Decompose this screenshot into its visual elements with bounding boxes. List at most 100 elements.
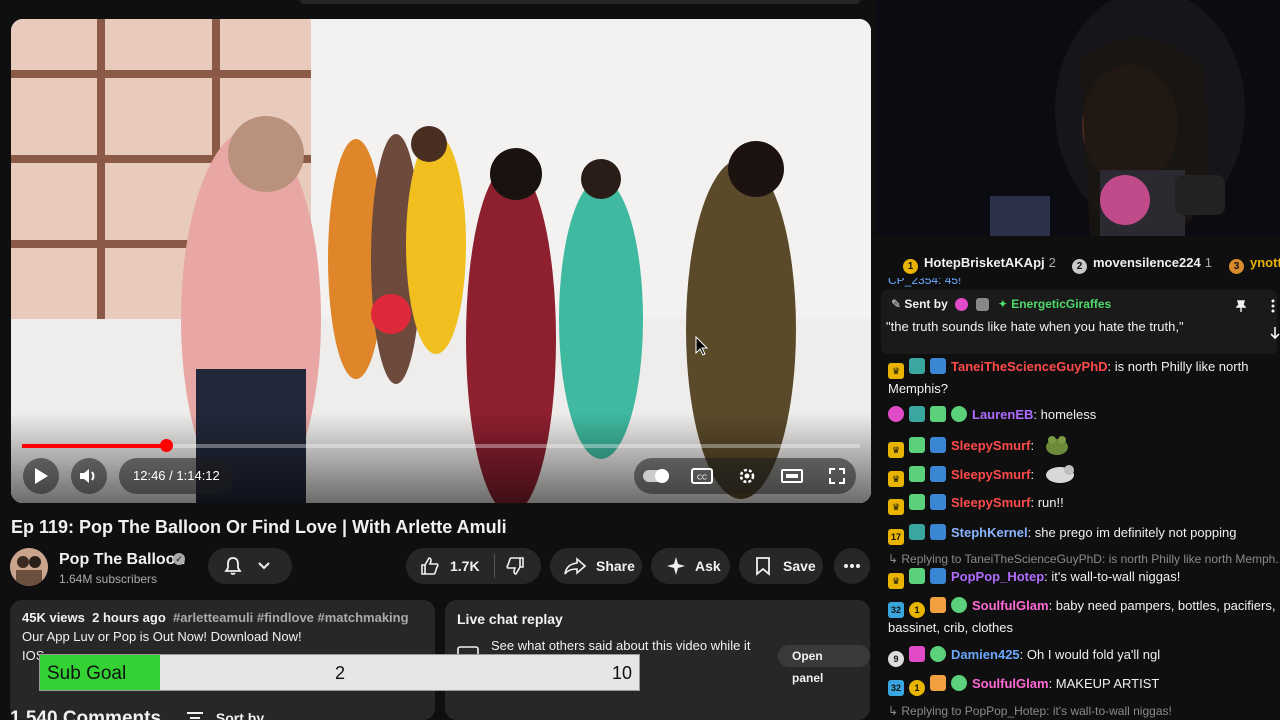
chat-username[interactable]: TaneiTheScienceGuyPhD (951, 359, 1108, 374)
arrow-badge-icon (930, 568, 946, 584)
play-icon (35, 468, 48, 484)
chat-username[interactable]: SleepySmurf (951, 438, 1030, 453)
pin-icon: ✎ (891, 297, 902, 311)
sparkle-badge-icon (951, 406, 967, 422)
chat-message: ♛ TaneiTheScienceGuyPhD: is north Philly … (888, 357, 1278, 399)
tier-32-badge-icon: 32 (888, 602, 904, 618)
chat-username[interactable]: SleepySmurf (951, 495, 1030, 510)
theater-button[interactable] (774, 458, 810, 494)
tier-9-badge-icon: 9 (888, 651, 904, 667)
hashtags[interactable]: #arletteamuli #findlove #matchmaking (173, 610, 409, 625)
arrow-badge-icon (930, 437, 946, 453)
chat-text: : (1030, 467, 1035, 482)
leaderboard-entry-3: 3 ynott (1229, 255, 1280, 274)
more-actions-button[interactable] (834, 548, 870, 584)
chat-username[interactable]: StephKernel (951, 525, 1028, 540)
settings-button[interactable] (729, 458, 765, 494)
sort-by-label: Sort by (215, 710, 265, 720)
webcam-feed (875, 0, 1280, 236)
sort-by-button[interactable]: Sort by (186, 710, 264, 720)
like-dislike-group: 1.7K (406, 548, 541, 584)
pinned-message: ✎ Sent by ✦ EnergeticGiraffes "the truth… (881, 290, 1280, 354)
channel-name[interactable]: Pop The Balloon (59, 551, 185, 569)
notification-button[interactable] (208, 548, 292, 584)
chat-message: ♛ SleepySmurf: (888, 463, 1278, 487)
subscriber-badge-icon (888, 406, 904, 422)
gift-badge-icon (909, 646, 925, 662)
autoplay-toggle[interactable] (638, 458, 674, 494)
pinned-text: "the truth sounds like hate when you hat… (886, 319, 1184, 334)
sparkle-badge-icon (951, 675, 967, 691)
time-display: 12:46 / 1:14:12 (119, 458, 234, 494)
progress-played (22, 444, 167, 448)
gear-icon (739, 468, 755, 484)
webcam-overlay (875, 0, 1280, 236)
right-controls: CC (634, 458, 856, 494)
chat-message: ♛ SleepySmurf: (888, 434, 1278, 458)
sub-goal-current: 2 (335, 663, 346, 683)
more-vert-icon[interactable] (1271, 299, 1275, 313)
crown-badge-icon: ♛ (888, 499, 904, 515)
chat-username[interactable]: SoulfulGlam (972, 598, 1049, 613)
like-button[interactable]: 1.7K (420, 556, 480, 576)
reply-text: Replying to PopPop_Hotep: it's wall-to-w… (901, 704, 1172, 718)
sparkle-badge-icon: ✦ (997, 297, 1008, 311)
chat-username[interactable]: SoulfulGlam (972, 676, 1049, 691)
reply-text: Replying to TaneiTheScienceGuyPhD: is no… (901, 552, 1280, 566)
progress-bar[interactable] (22, 439, 860, 452)
sort-icon (187, 712, 203, 719)
chevron-down-icon (258, 562, 270, 570)
chat-username[interactable]: LaurenEB (972, 407, 1033, 422)
rank-2-badge: 2 (1072, 259, 1087, 274)
subscriber-count: 1.64M subscribers (59, 572, 158, 586)
channel-avatar[interactable] (10, 548, 48, 586)
chat-text: : homeless (1033, 407, 1097, 422)
rank-1-badge: 1 (903, 259, 918, 274)
subscriber-badge-icon (955, 298, 969, 311)
gift-badge-icon (909, 437, 925, 453)
duration: 1:14:12 (176, 468, 220, 483)
live-chat-replay-title: Live chat replay (457, 611, 563, 627)
gift-leaderboard: 1 HotepBrisketAKApj 2 2 movensilence224 1 3y… (875, 249, 1280, 277)
captions-button[interactable]: CC (684, 458, 720, 494)
ask-label: Ask (695, 558, 721, 574)
chat-username[interactable]: PopPop_Hotep (951, 569, 1044, 584)
video-player[interactable]: 12:46 / 1:14:12 CC (11, 19, 871, 503)
leaderboard-count-1: 2 (1048, 255, 1056, 270)
share-button[interactable]: Share (550, 548, 642, 584)
ask-button[interactable]: Ask (651, 548, 730, 584)
chat-username[interactable]: SleepySmurf (951, 467, 1030, 482)
gift-badge-icon (930, 597, 946, 613)
chat-message: 9 Damien425: Oh I would fold ya'll ngl (888, 645, 1278, 667)
sub-goal-label: Sub Goal (47, 663, 127, 684)
thumbs-down-icon (506, 557, 524, 575)
chat-username[interactable]: Damien425 (951, 647, 1020, 662)
reply-context: ↳ Replying to TaneiTheScienceGuyPhD: is … (888, 552, 1280, 566)
theater-icon (781, 469, 803, 483)
dislike-button[interactable] (505, 556, 525, 576)
gift-badge-icon (909, 466, 925, 482)
sub-goal-target: 10 (611, 663, 632, 683)
leaderboard-name-3: ynott (1250, 255, 1280, 270)
view-count: 45K views (22, 610, 85, 625)
volume-icon (80, 469, 95, 483)
volume-button[interactable] (71, 458, 107, 494)
share-icon (564, 557, 586, 575)
chat-panel: CP_2354: 45! ✎ Sent by ✦ EnergeticGiraff… (875, 278, 1280, 720)
frog-emote-icon (1045, 436, 1068, 455)
play-button[interactable] (23, 458, 59, 494)
open-panel-button[interactable]: Open panel (778, 645, 870, 685)
chat-message-partial: CP_2354: 45! (888, 278, 962, 287)
leaderboard-name-2: movensilence224 (1093, 255, 1201, 270)
chat-text: : MAKEUP ARTIST (1048, 676, 1160, 691)
arrow-badge-icon (930, 358, 946, 374)
arrow-down-icon[interactable] (1270, 326, 1280, 340)
save-button[interactable]: Save (739, 548, 823, 584)
tier-badge-icon (909, 358, 925, 374)
fullscreen-button[interactable] (819, 458, 855, 494)
rank-3-badge: 3 (1229, 259, 1244, 274)
video-title: Ep 119: Pop The Balloon Or Find Love | W… (11, 517, 507, 537)
sparkle-icon (667, 557, 685, 575)
pinned-username[interactable]: EnergeticGiraffes (1011, 297, 1111, 311)
channel-row: Pop The Balloon ✓ 1.64M subscribers 1.7K… (10, 548, 870, 588)
